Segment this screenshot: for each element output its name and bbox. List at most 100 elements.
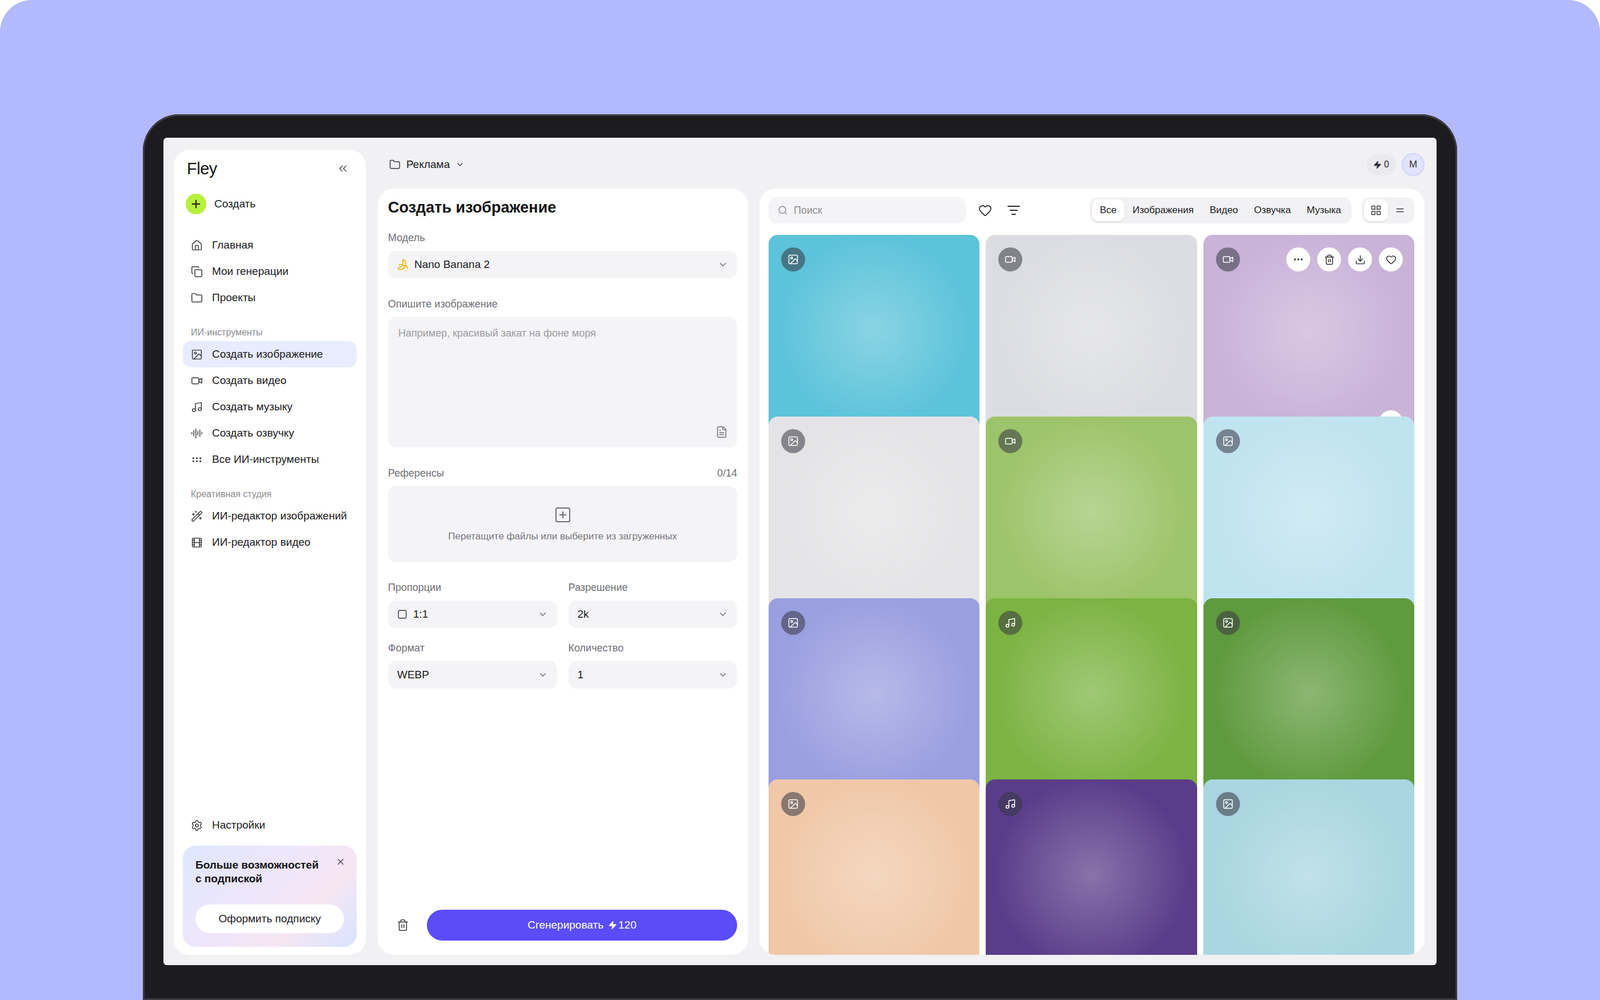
clear-button[interactable] — [393, 916, 412, 935]
sidebar-item[interactable]: Все ИИ-инструменты — [182, 446, 357, 473]
music-note-icon — [190, 401, 203, 414]
sidebar-nav: Главная Мои генерации ПроектыИИ-инструмент… — [182, 232, 357, 556]
gallery-tile[interactable] — [1203, 234, 1415, 446]
settings-label: Настройки — [212, 818, 266, 832]
select-value: 2k — [577, 608, 713, 621]
gallery-toolbar: Поиск ВсеИзображенияВидеоОзвучкаМузыка — [768, 197, 1415, 224]
chevron-down-icon — [717, 259, 728, 270]
prompt-field: Опишите изображениеНапример, красивый за… — [388, 297, 738, 448]
sidebar-item[interactable]: Создать озвучку — [182, 420, 357, 447]
filter-tab[interactable]: Все — [1092, 199, 1125, 222]
nav-group-title: ИИ-инструменты — [182, 310, 357, 342]
gallery-tile[interactable] — [985, 598, 1197, 810]
search-field[interactable]: Поиск — [768, 197, 966, 224]
delete-button[interactable] — [1317, 247, 1342, 272]
gallery-tile[interactable] — [985, 416, 1197, 628]
more-button[interactable] — [1286, 247, 1311, 272]
setting-select[interactable]: WEBP — [388, 661, 558, 689]
sidebar-item[interactable]: Мои генерации — [182, 258, 357, 285]
sidebar-item[interactable]: Создать видео — [182, 367, 357, 394]
sidebar-item[interactable]: ИИ-редактор изображений — [182, 502, 357, 530]
logo[interactable]: Fley — [186, 159, 218, 179]
settings-item[interactable]: Настройки — [182, 812, 357, 839]
dropzone-hint: Перетащите файлы или выберите из загруже… — [448, 530, 677, 543]
image-icon — [1222, 798, 1234, 810]
gallery-tile[interactable] — [1203, 416, 1415, 628]
setting-field: Разрешение2k — [568, 581, 738, 628]
model-select[interactable]: Nano Banana 2 — [388, 250, 738, 279]
sidebar-item[interactable]: Создать музыку — [182, 393, 357, 420]
gallery-tile[interactable] — [768, 416, 980, 628]
select-value: Nano Banana 2 — [414, 258, 712, 271]
prompt-textarea[interactable]: Например, красивый закат на фоне моря — [388, 317, 738, 448]
setting-select[interactable]: 2k — [568, 600, 738, 628]
field-label: Пропорции — [388, 581, 558, 594]
favorites-filter-button[interactable] — [976, 201, 995, 220]
gallery-tile[interactable] — [768, 779, 980, 955]
setting-field: Пропорции 1:1 — [388, 581, 558, 628]
bolt-icon — [1373, 160, 1382, 170]
gallery-tile[interactable] — [768, 598, 980, 810]
gallery-tile[interactable] — [1203, 779, 1415, 955]
image-icon — [787, 435, 799, 447]
subscribe-button[interactable]: Оформить подписку — [195, 904, 344, 934]
chevron-down-icon — [537, 669, 548, 680]
panel-title: Создать изображение — [388, 197, 738, 218]
setting-select[interactable]: 1 — [568, 661, 738, 689]
filter-tab[interactable]: Озвучка — [1246, 199, 1299, 222]
gallery-tile[interactable] — [985, 779, 1197, 955]
credits-badge[interactable]: 0 — [1366, 154, 1396, 175]
close-icon — [335, 856, 346, 867]
music-note-icon — [1004, 617, 1016, 629]
generate-button[interactable]: Сгенерировать120 — [426, 909, 738, 941]
gallery-tile[interactable] — [768, 234, 980, 446]
grid-view-icon — [1370, 204, 1382, 216]
setting-field: ФорматWEBP — [388, 641, 558, 689]
view-button[interactable] — [1364, 199, 1388, 222]
plus-square-icon — [553, 505, 572, 524]
sidebar-item[interactable]: Главная — [182, 232, 357, 259]
collapse-button[interactable] — [333, 159, 352, 178]
setting-select[interactable]: 1:1 — [388, 600, 558, 628]
trash-icon — [396, 918, 410, 932]
gallery-tile[interactable] — [985, 234, 1197, 446]
gallery-tile[interactable] — [1203, 598, 1415, 810]
model-field: Модель Nano Banana 2 — [388, 231, 738, 279]
sidebar-item-label: Создать озвучку — [212, 426, 295, 440]
laptop-frame: FleyСоздатьГлавнаяМои генерацииПроектыИИ… — [142, 114, 1458, 1000]
sidebar-item-label: Мои генерации — [212, 265, 289, 278]
app-window: FleyСоздатьГлавнаяМои генерацииПроектыИИ… — [163, 137, 1437, 966]
sidebar-item[interactable]: Проекты — [182, 284, 357, 311]
trash-icon — [1324, 254, 1335, 266]
chevrons-left-icon — [336, 162, 350, 175]
image-icon — [787, 253, 799, 266]
filter-tab[interactable]: Видео — [1201, 199, 1247, 222]
video-camera-icon — [1004, 435, 1016, 447]
filter-tab[interactable]: Музыка — [1298, 199, 1350, 222]
music-note-icon — [1004, 798, 1016, 810]
kind-badge — [781, 247, 806, 272]
view-button[interactable] — [1388, 199, 1412, 222]
video-camera-icon — [1222, 253, 1234, 266]
field-label: Модель — [388, 231, 738, 244]
references-dropzone[interactable]: Перетащите файлы или выберите из загруже… — [388, 486, 738, 562]
sidebar-item-label: Все ИИ-инструменты — [212, 453, 319, 466]
project-selector[interactable]: Реклама — [386, 156, 467, 174]
prompt-template-icon[interactable] — [715, 425, 728, 439]
create-button[interactable]: Создать — [182, 190, 357, 218]
download-button[interactable] — [1348, 247, 1372, 272]
create-image-panel: Создать изображение Модель Nano Banana 2 Оп… — [377, 188, 748, 955]
generate-cost: 120 — [608, 918, 637, 932]
promo-close-button[interactable] — [332, 853, 349, 870]
favorite-button[interactable] — [1378, 247, 1403, 272]
sort-button[interactable] — [1004, 201, 1023, 220]
sidebar-item[interactable]: ИИ-редактор видео — [182, 529, 357, 556]
chevron-down-icon — [717, 609, 728, 620]
credits-count: 0 — [1384, 159, 1390, 170]
sidebar-item[interactable]: Создать изображение — [182, 341, 357, 368]
ellipsis-icon — [1292, 253, 1304, 266]
dots-grid-icon — [190, 453, 203, 466]
user-avatar[interactable]: M — [1401, 153, 1425, 176]
project-name: Реклама — [406, 158, 450, 171]
filter-tab[interactable]: Изображения — [1124, 199, 1202, 222]
